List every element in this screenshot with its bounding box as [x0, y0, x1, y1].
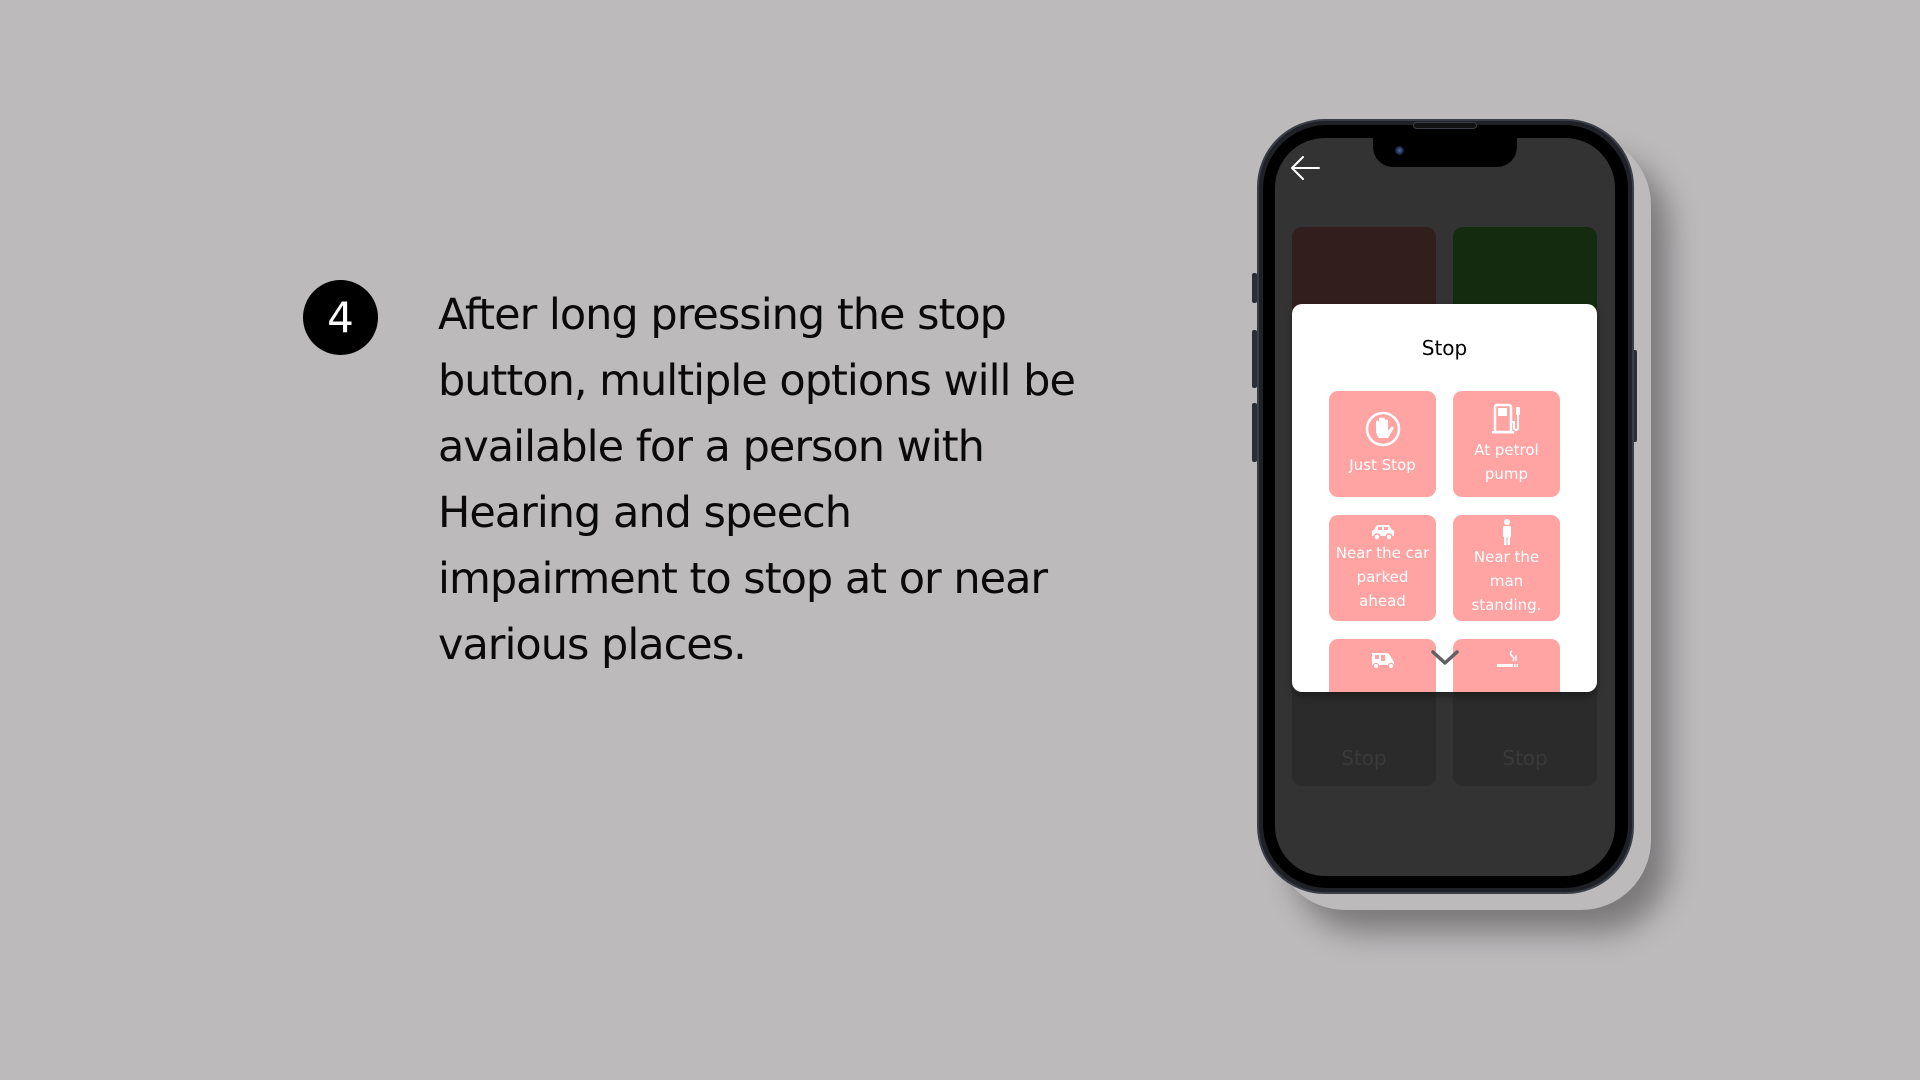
stop-button-2-label: Stop: [1341, 746, 1387, 770]
option-label: Near the car parked ahead: [1335, 544, 1430, 610]
hand-stop-icon: [1365, 411, 1400, 447]
phone-screen: Stop Go Stop Stop Stop Just Stop At pet: [1275, 138, 1615, 876]
option-label: At petrol pump: [1474, 441, 1539, 483]
step-number-badge: 4: [303, 280, 378, 355]
step-number: 4: [327, 293, 354, 342]
arrow-left-icon: [1291, 156, 1320, 180]
car-icon: [1371, 525, 1394, 541]
option-label: Just Stop: [1349, 456, 1416, 474]
option-just-stop[interactable]: Just Stop: [1329, 391, 1436, 497]
person-icon: [1502, 519, 1511, 545]
option-auto-rickshaw[interactable]: [1329, 639, 1436, 692]
camera-icon: [1395, 146, 1404, 155]
option-label: Near the man standing.: [1471, 548, 1542, 614]
option-near-car[interactable]: Near the car parked ahead: [1329, 515, 1436, 621]
stop-button-3-label: Stop: [1502, 746, 1548, 770]
phone-speaker: [1413, 122, 1477, 129]
option-near-man[interactable]: Near the man standing.: [1453, 515, 1560, 621]
scroll-down-button[interactable]: [1430, 649, 1460, 667]
stop-options-modal: Stop Just Stop At petrol pump Near the c…: [1292, 304, 1597, 692]
phone-notch: [1373, 138, 1517, 167]
option-smoking-area[interactable]: [1453, 639, 1560, 692]
back-button[interactable]: [1289, 154, 1323, 182]
chevron-down-icon: [1431, 650, 1459, 665]
modal-title: Stop: [1421, 336, 1468, 360]
fuel-pump-icon: [1491, 403, 1520, 434]
auto-rickshaw-icon: [1371, 653, 1394, 669]
smoking-icon: [1496, 650, 1518, 667]
step-description: After long pressing the stop button, mul…: [438, 290, 1076, 670]
option-petrol-pump[interactable]: At petrol pump: [1453, 391, 1560, 497]
